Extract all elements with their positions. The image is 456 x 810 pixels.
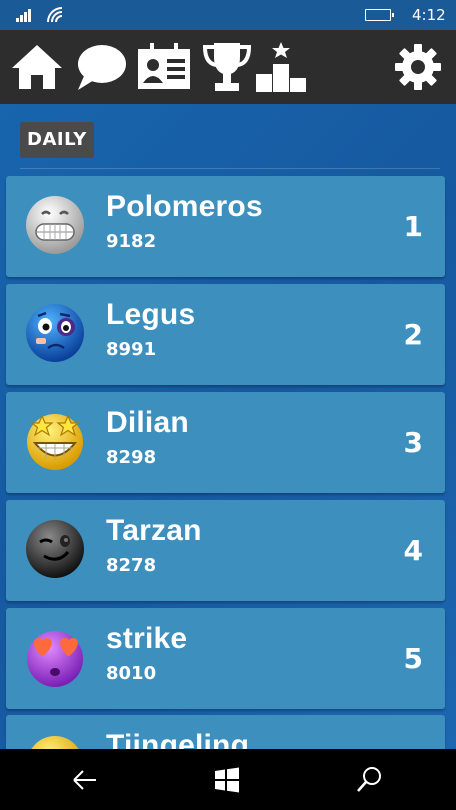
status-time: 4:12 — [412, 6, 446, 24]
player-score: 8010 — [106, 663, 157, 684]
player-name: Dilian — [106, 406, 189, 439]
star-eyes-emoji-avatar — [27, 414, 83, 470]
search-icon[interactable] — [354, 765, 384, 795]
player-score: 8991 — [106, 339, 157, 360]
yellow-emoji-avatar — [31, 736, 79, 749]
battery-icon — [365, 9, 394, 21]
leaderboard-row[interactable]: Legus 8991 2 — [6, 284, 445, 385]
home-icon[interactable] — [10, 40, 64, 94]
black-wink-emoji-avatar — [26, 520, 84, 578]
leaderboard-panel: DAILY Polomeros 9182 1 Legus 8991 2 Dili… — [0, 104, 456, 749]
player-score: 9182 — [106, 231, 157, 252]
profile-card-icon[interactable] — [136, 40, 192, 94]
player-score: 8278 — [106, 555, 157, 576]
daily-tab[interactable]: DAILY — [20, 122, 94, 158]
player-name: Legus — [106, 298, 196, 331]
windows-icon[interactable] — [212, 765, 242, 795]
signal-icon — [16, 9, 31, 22]
windows-nav-bar — [0, 749, 456, 810]
podium-icon[interactable] — [254, 40, 308, 94]
wifi-icon — [47, 7, 63, 23]
player-name: strike — [106, 622, 188, 655]
status-bar: 4:12 — [0, 0, 456, 30]
gear-icon[interactable] — [392, 40, 444, 94]
leaderboard-row[interactable]: strike 8010 5 — [6, 608, 445, 709]
leaderboard-row[interactable]: Polomeros 9182 1 — [6, 176, 445, 277]
divider — [20, 168, 440, 169]
top-toolbar — [0, 30, 456, 104]
leaderboard-row[interactable]: Dilian 8298 3 — [6, 392, 445, 493]
blue-bruised-emoji-avatar — [26, 304, 84, 362]
player-rank: 2 — [403, 318, 423, 351]
player-rank: 5 — [403, 642, 423, 675]
player-rank: 1 — [403, 210, 423, 243]
grinning-white-emoji-avatar — [26, 196, 84, 254]
player-name: Polomeros — [106, 190, 263, 223]
player-rank: 3 — [403, 426, 423, 459]
player-rank: 4 — [403, 534, 423, 567]
player-name: Tiingeling — [106, 729, 250, 749]
player-score: 8298 — [106, 447, 157, 468]
leaderboard-row[interactable]: Tarzan 8278 4 — [6, 500, 445, 601]
player-name: Tarzan — [106, 514, 202, 547]
leaderboard-row[interactable]: Tiingeling — [6, 715, 445, 749]
trophy-icon[interactable] — [202, 40, 252, 94]
back-icon[interactable] — [70, 765, 100, 795]
heart-eyes-purple-emoji-avatar — [27, 631, 83, 687]
chat-icon[interactable] — [74, 40, 128, 94]
